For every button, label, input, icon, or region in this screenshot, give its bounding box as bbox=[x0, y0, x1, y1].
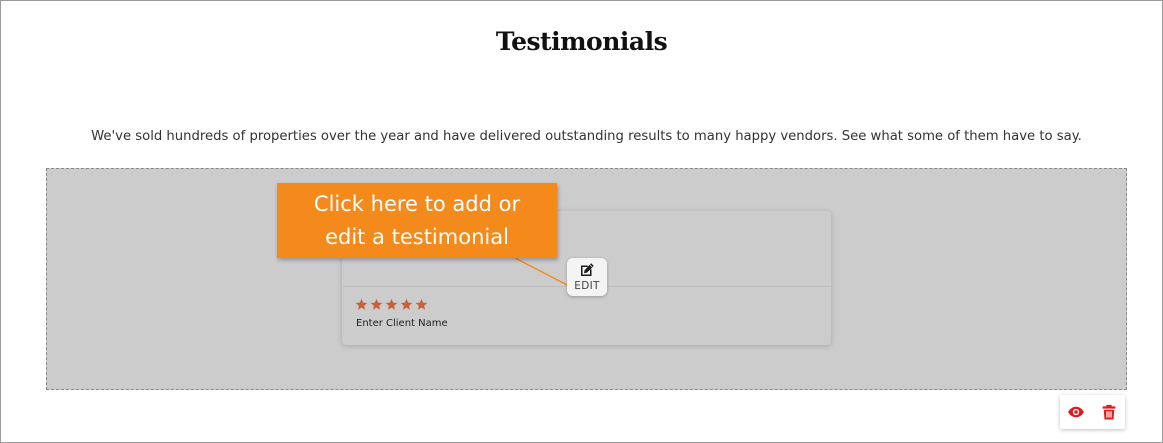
eye-icon[interactable] bbox=[1067, 403, 1085, 421]
star-icon bbox=[370, 298, 383, 310]
callout-annotation: Click here to add or edit a testimonial bbox=[277, 183, 557, 258]
section-title: Testimonials bbox=[495, 27, 668, 56]
trash-icon[interactable] bbox=[1100, 403, 1118, 421]
star-icon bbox=[400, 298, 413, 310]
client-name: Enter Client Name bbox=[356, 318, 448, 329]
star-icon bbox=[355, 298, 368, 310]
callout-line-1: Click here to add or bbox=[313, 191, 521, 216]
section-action-bar bbox=[1060, 395, 1125, 429]
star-rating bbox=[355, 298, 428, 311]
callout-line-2: edit a testimonial bbox=[325, 224, 509, 249]
edit-button[interactable]: EDIT bbox=[567, 258, 607, 296]
edit-button-label: EDIT bbox=[574, 279, 600, 292]
section-description: We've sold hundreds of properties over t… bbox=[91, 129, 1082, 144]
star-icon bbox=[415, 298, 428, 310]
star-icon bbox=[385, 298, 398, 310]
edit-icon bbox=[581, 262, 594, 276]
